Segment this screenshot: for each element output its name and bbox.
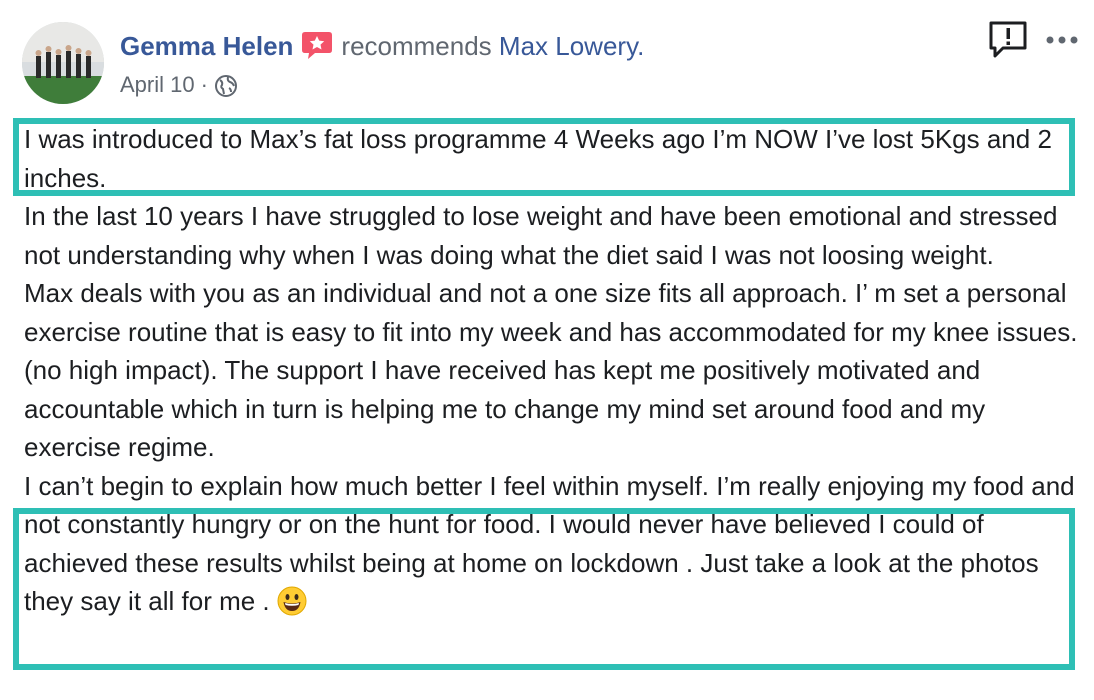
post-paragraph: I was introduced to Max’s fat loss progr…: [24, 124, 1052, 193]
post-paragraph-text: I can’t begin to explain how much better…: [24, 470, 1075, 617]
post-header: Gemma Helen recommends Max Lowery.: [120, 28, 644, 64]
action-text: recommends: [341, 31, 492, 61]
post-date-link[interactable]: April 10: [120, 72, 195, 97]
post-paragraph-last: I can’t begin to explain how much better…: [24, 467, 1084, 621]
page-name-link[interactable]: Max Lowery.: [499, 31, 644, 61]
globe-icon[interactable]: [214, 74, 238, 98]
report-icon[interactable]: [988, 20, 1028, 60]
post-meta: April 10 ·: [120, 70, 238, 100]
avatar-photo: [22, 22, 104, 104]
post-body: I was introduced to Max’s fat loss progr…: [24, 120, 1084, 621]
grinning-face-emoji: [277, 586, 307, 616]
more-options-icon[interactable]: [1044, 28, 1084, 52]
meta-separator: ·: [200, 72, 208, 97]
post-paragraph: Max deals with you as an individual and …: [24, 278, 1078, 462]
post-paragraph: In the last 10 years I have struggled to…: [24, 201, 1058, 270]
avatar[interactable]: [22, 22, 104, 104]
recommendation-star-icon: [301, 30, 333, 60]
author-name-link[interactable]: Gemma Helen: [120, 31, 293, 61]
